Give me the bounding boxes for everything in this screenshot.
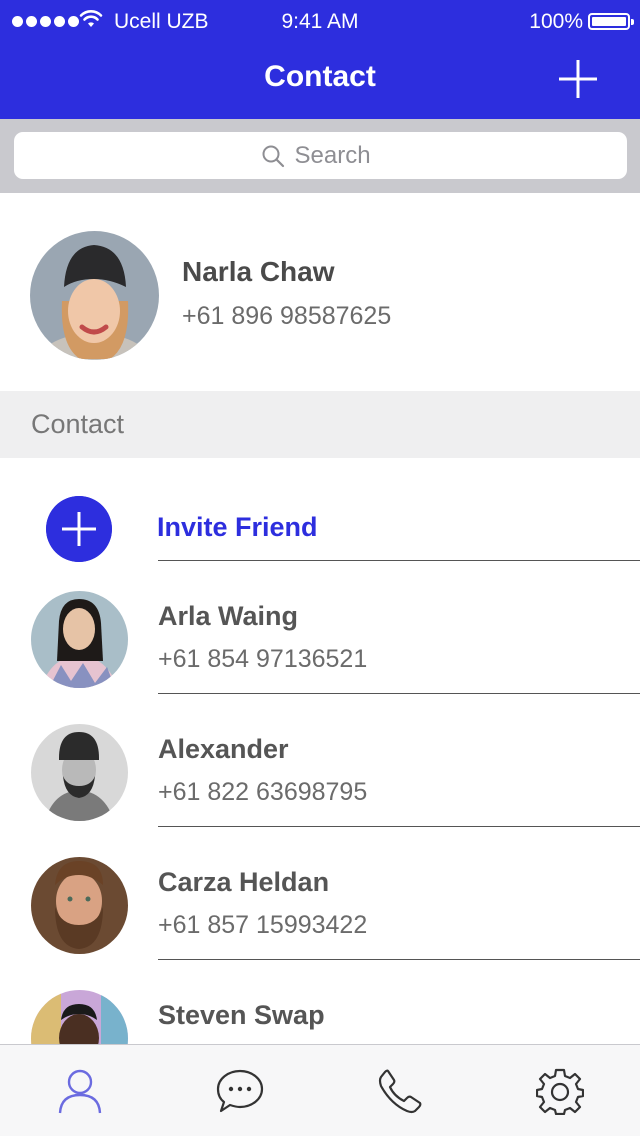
search-bar [0,119,640,193]
page-title: Contact [264,60,376,93]
contact-phone: +61 854 97136521 [158,645,368,673]
contact-phone: +61 822 63698795 [158,778,368,806]
profile-name: Narla Chaw [182,256,335,287]
contact-row[interactable]: Carza Heldan +61 857 15993422 [0,827,640,960]
add-contact-button[interactable] [558,59,598,99]
contact-row[interactable]: Arla Waing +61 854 97136521 [0,561,640,694]
tab-calls[interactable] [320,1045,480,1136]
invite-friend-row[interactable]: Invite Friend [0,458,640,562]
contact-avatar [31,857,128,954]
plus-icon [559,60,597,98]
invite-plus-icon [46,496,112,562]
contact-name: Steven Swap [158,1000,325,1030]
chat-bubble-icon [216,1069,264,1113]
battery-icon [588,13,634,30]
search-input[interactable] [294,141,381,170]
tab-messages[interactable] [160,1045,320,1136]
tab-settings[interactable] [480,1045,640,1136]
gear-icon [536,1068,584,1115]
section-title: Contact [31,409,125,439]
contact-name: Alexander [158,734,289,764]
contact-phone: +61 857 15993422 [158,911,368,939]
contact-avatar [31,724,128,821]
contact-name: Carza Heldan [158,867,330,897]
search-field[interactable] [14,132,627,179]
contact-avatar [31,591,128,688]
invite-friend-label: Invite Friend [157,512,318,542]
contact-name: Arla Waing [158,601,299,631]
navigation-header: Ucell UZB 9:41 AM 100% Contact [0,0,640,119]
person-icon [58,1069,102,1114]
tab-contacts[interactable] [0,1045,160,1136]
my-profile-card[interactable]: Narla Chaw +61 896 98587625 [0,193,640,391]
battery-percentage: 100% [529,10,583,33]
profile-phone: +61 896 98587625 [182,302,392,330]
contact-row[interactable]: Alexander +61 822 63698795 [0,694,640,827]
profile-avatar [30,231,159,360]
section-header: Contact [0,391,640,458]
status-bar: Ucell UZB 9:41 AM 100% [0,0,640,44]
search-icon [262,145,284,167]
tab-bar [0,1044,640,1136]
phone-icon [378,1069,422,1114]
